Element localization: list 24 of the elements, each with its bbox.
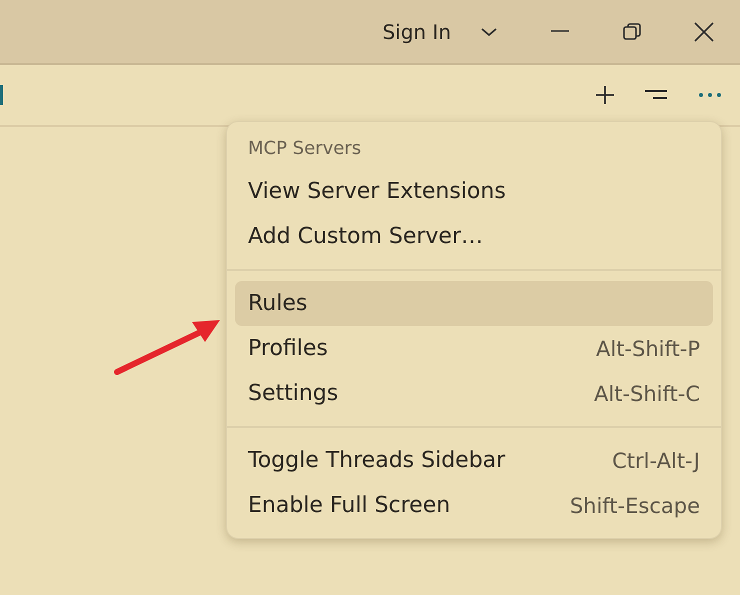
restore-icon[interactable] (621, 20, 643, 42)
sign-in-button[interactable]: Sign In (382, 20, 451, 44)
menu-item-label: Settings (248, 381, 338, 406)
menu-item-label: Rules (248, 291, 308, 316)
menu-item-label: View Server Extensions (248, 179, 506, 204)
shortcut-text: Alt-Shift-P (596, 336, 700, 360)
edge-mark (0, 85, 3, 105)
menu-item[interactable]: Profiles Alt-Shift-P (235, 326, 713, 371)
menu-item[interactable]: Toggle Threads Sidebar Ctrl-Alt-J (235, 438, 713, 483)
menu-item-label: Toggle Threads Sidebar (248, 448, 506, 473)
shortcut-text: Ctrl-Alt-J (612, 448, 700, 472)
menu-item[interactable]: Rules (235, 281, 713, 326)
menu-header: MCP Servers (247, 137, 362, 161)
menu-item[interactable]: Enable Full Screen Shift-Escape (235, 483, 713, 528)
plus-icon[interactable] (594, 84, 616, 106)
menu-item-label: Profiles (248, 336, 328, 361)
shortcut-text: Shift-Escape (570, 494, 700, 518)
menu-item-label: Add Custom Server… (248, 224, 484, 249)
menu-item[interactable]: View Server Extensions (235, 169, 713, 214)
menu-item[interactable]: Settings Alt-Shift-C (235, 371, 713, 416)
menu-item[interactable]: Add Custom Server… (235, 214, 713, 259)
menu-item-label: Enable Full Screen (248, 493, 450, 518)
close-icon[interactable] (693, 20, 715, 42)
shortcut-text: Alt-Shift-C (594, 382, 700, 406)
